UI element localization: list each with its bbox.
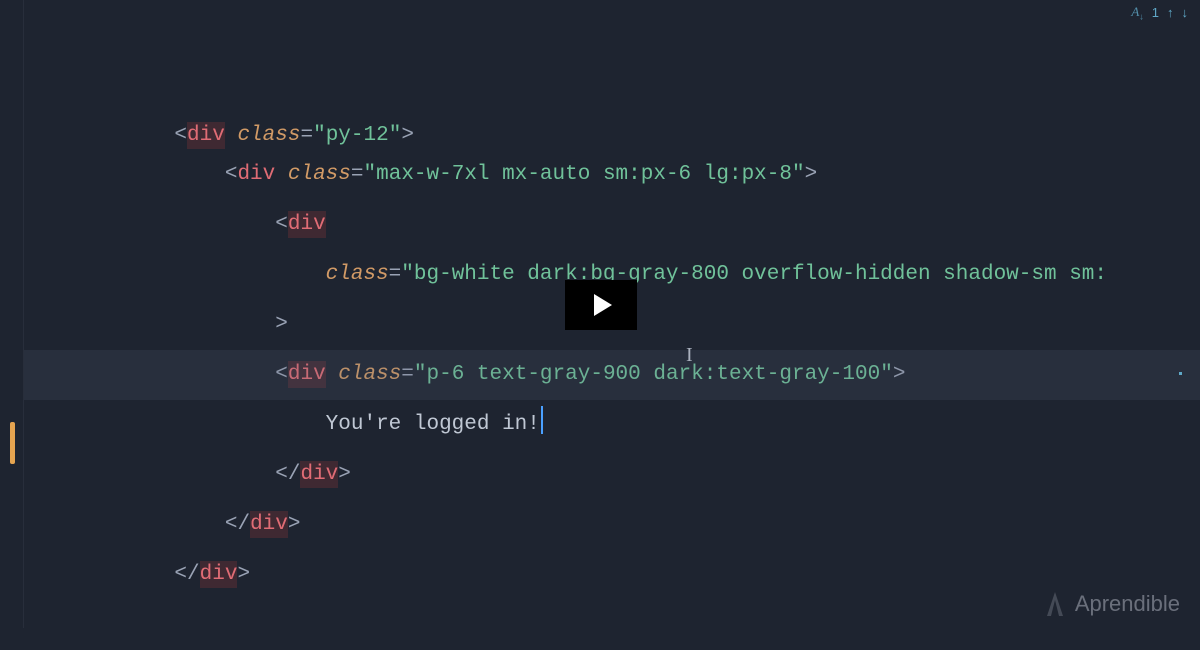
i-beam-cursor-icon: I: [686, 344, 693, 367]
code-line-active[interactable]: You're logged in!: [24, 350, 1200, 400]
editor-gutter: [0, 0, 24, 628]
code-line[interactable]: </div>: [24, 500, 1200, 550]
code-line[interactable]: <div class="max-w-7xl mx-auto sm:px-6 lg…: [24, 100, 1200, 150]
aprendible-logo-icon: [1043, 590, 1067, 618]
play-button[interactable]: [565, 280, 637, 330]
play-icon: [594, 294, 612, 316]
code-line[interactable]: </div>: [24, 400, 1200, 450]
watermark-text: Aprendible: [1075, 591, 1180, 617]
code-line[interactable]: <div: [24, 150, 1200, 200]
watermark: Aprendible: [1043, 590, 1180, 618]
code-line[interactable]: </div>: [24, 450, 1200, 500]
code-line[interactable]: <div class="py-12">: [24, 28, 1200, 100]
line-end-marker: [1179, 372, 1182, 375]
change-marker: [10, 422, 15, 464]
code-line[interactable]: class="bg-white dark:bg-gray-800 overflo…: [24, 200, 1200, 250]
